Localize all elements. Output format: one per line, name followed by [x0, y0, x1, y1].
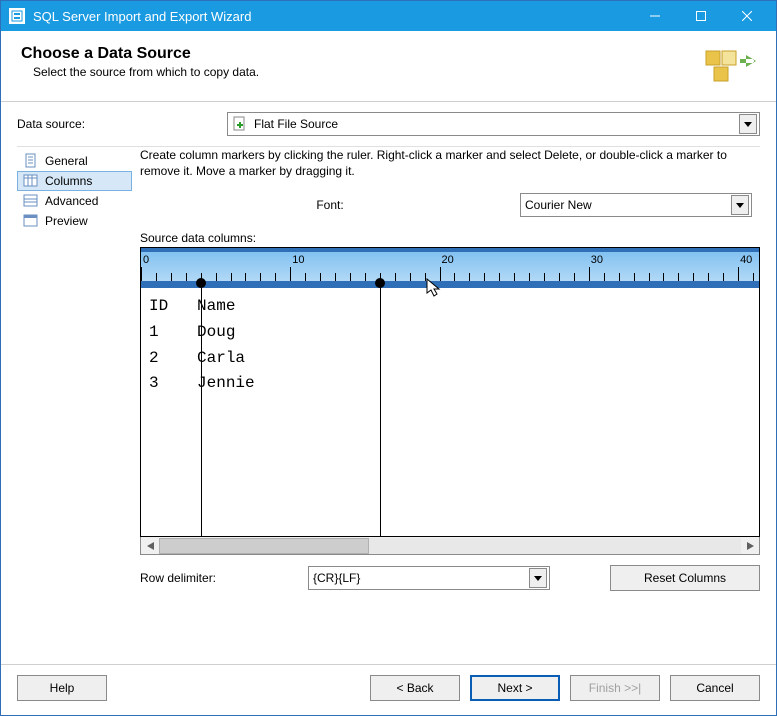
- row-delimiter-label: Row delimiter:: [140, 571, 298, 585]
- wizard-body: Data source: Flat File Source General Co…: [1, 102, 776, 664]
- page-title: Choose a Data Source: [21, 45, 700, 63]
- horizontal-scrollbar[interactable]: [140, 537, 760, 555]
- sidebar-item-preview[interactable]: Preview: [17, 211, 132, 231]
- config-panel: General Columns Advanced Preview Create …: [17, 146, 760, 658]
- window: SQL Server Import and Export Wizard Choo…: [0, 0, 777, 716]
- maximize-button[interactable]: [678, 1, 724, 31]
- column-divider: [201, 288, 202, 536]
- dropdown-icon: [529, 568, 547, 588]
- font-value: Courier New: [525, 198, 731, 212]
- sidebar-item-label: Preview: [45, 214, 88, 228]
- column-divider: [380, 288, 381, 536]
- flat-file-icon: [232, 116, 248, 132]
- advanced-icon: [23, 193, 39, 209]
- dropdown-icon: [739, 114, 757, 134]
- data-source-value: Flat File Source: [254, 117, 739, 131]
- row-delimiter-row: Row delimiter: {CR}{LF} Reset Columns: [140, 565, 760, 591]
- sidebar-item-label: Columns: [45, 174, 92, 188]
- instructions-text: Create column markers by clicking the ru…: [140, 147, 760, 179]
- file-icon: [23, 153, 39, 169]
- sidebar-item-columns[interactable]: Columns: [17, 171, 132, 191]
- wizard-footer: Help < Back Next > Finish >>| Cancel: [1, 664, 776, 715]
- help-button[interactable]: Help: [17, 675, 107, 701]
- back-button[interactable]: < Back: [370, 675, 460, 701]
- window-title: SQL Server Import and Export Wizard: [33, 9, 632, 24]
- sidebar-item-label: General: [45, 154, 88, 168]
- scroll-thumb[interactable]: [159, 538, 369, 554]
- font-label: Font:: [140, 198, 520, 212]
- scroll-right-button[interactable]: [741, 538, 759, 554]
- cancel-button[interactable]: Cancel: [670, 675, 760, 701]
- data-source-row: Data source: Flat File Source: [17, 112, 760, 136]
- columns-icon: [23, 173, 39, 189]
- scroll-track[interactable]: [159, 538, 741, 554]
- data-source-label: Data source:: [17, 117, 217, 131]
- preview-icon: [23, 213, 39, 229]
- font-combo[interactable]: Courier New: [520, 193, 752, 217]
- finish-button: Finish >>|: [570, 675, 660, 701]
- next-button[interactable]: Next >: [470, 675, 560, 701]
- wizard-icon: [700, 45, 756, 93]
- row-delimiter-combo[interactable]: {CR}{LF}: [308, 566, 550, 590]
- source-columns-label: Source data columns:: [140, 231, 760, 245]
- minimize-button[interactable]: [632, 1, 678, 31]
- sidebar-item-label: Advanced: [45, 194, 98, 208]
- app-icon: [9, 8, 25, 24]
- wizard-header: Choose a Data Source Select the source f…: [1, 31, 776, 102]
- column-marker[interactable]: [380, 278, 385, 288]
- dropdown-icon: [731, 195, 749, 215]
- data-preview: ID Name 1 Doug 2 Carla 3 Jennie: [141, 288, 759, 536]
- main-panel: Create column markers by clicking the ru…: [132, 147, 760, 658]
- data-source-combo[interactable]: Flat File Source: [227, 112, 760, 136]
- close-button[interactable]: [724, 1, 770, 31]
- reset-columns-button[interactable]: Reset Columns: [610, 565, 760, 591]
- ruler[interactable]: 010203040: [141, 248, 759, 288]
- titlebar: SQL Server Import and Export Wizard: [1, 1, 776, 31]
- sidebar: General Columns Advanced Preview: [17, 147, 132, 658]
- sidebar-item-advanced[interactable]: Advanced: [17, 191, 132, 211]
- row-delimiter-value: {CR}{LF}: [313, 571, 529, 585]
- scroll-left-button[interactable]: [141, 538, 159, 554]
- source-columns-grid[interactable]: 010203040 ID Name 1 Doug 2 Carla 3 Jenni…: [140, 247, 760, 537]
- column-marker[interactable]: [201, 278, 206, 288]
- font-row: Font: Courier New: [140, 193, 760, 217]
- sidebar-item-general[interactable]: General: [17, 151, 132, 171]
- page-subtitle: Select the source from which to copy dat…: [33, 65, 700, 79]
